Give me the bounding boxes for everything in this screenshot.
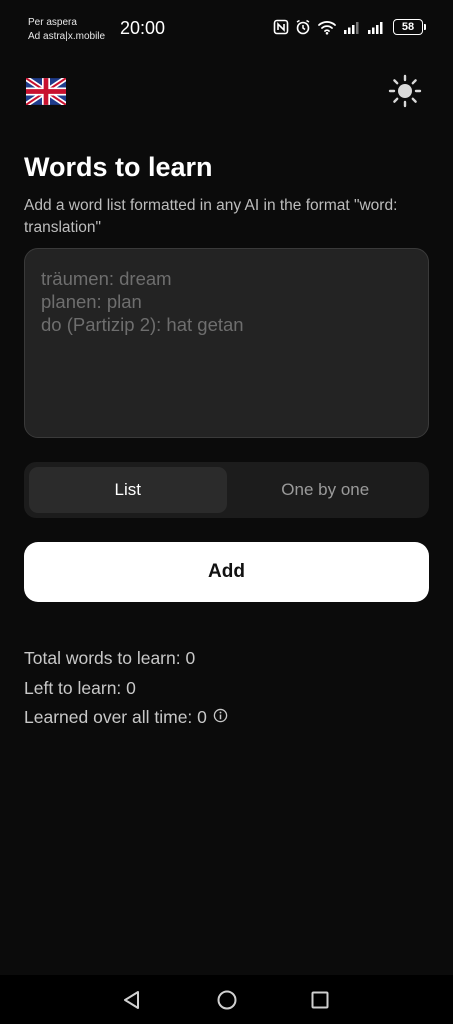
stat-total-text: Total words to learn: 0	[24, 648, 196, 669]
word-list-input[interactable]	[24, 248, 429, 438]
stat-learned: Learned over all time: 0	[24, 703, 228, 733]
info-icon[interactable]	[213, 707, 228, 728]
stat-left-text: Left to learn: 0	[24, 677, 136, 698]
status-time: 20:00	[120, 18, 166, 38]
battery-icon: 58	[393, 19, 426, 35]
add-button[interactable]: Add	[24, 542, 429, 602]
stat-learned-text: Learned over all time: 0	[24, 707, 207, 728]
signal-icon-2	[367, 20, 387, 34]
tab-list[interactable]: List	[29, 467, 227, 513]
uk-flag-icon[interactable]	[24, 75, 68, 108]
status-icons: 58	[273, 19, 426, 35]
wifi-icon	[317, 19, 337, 35]
back-icon	[124, 991, 139, 1009]
stat-left: Left to learn: 0	[24, 674, 228, 704]
recents-button[interactable]	[308, 988, 332, 1012]
theme-toggle-button[interactable]	[388, 74, 422, 108]
status-bar: Per aspera Ad astra|x.mobile 20:00 58	[0, 0, 453, 56]
page-title: Words to learn	[24, 152, 213, 182]
back-button[interactable]	[120, 988, 144, 1012]
stat-total: Total words to learn: 0	[24, 644, 228, 674]
page-subtitle: Add a word list formatted in any AI in t…	[24, 197, 398, 236]
recents-icon	[311, 991, 329, 1009]
carrier-info: Per aspera Ad astra|x.mobile	[28, 16, 105, 44]
home-button[interactable]	[215, 988, 239, 1012]
carrier-line-2: Ad astra|x.mobile	[28, 31, 106, 42]
nfc-icon	[273, 19, 289, 35]
screen: Per aspera Ad astra|x.mobile 20:00 58 Wo…	[0, 0, 453, 1024]
system-nav-bar	[0, 975, 453, 1024]
alarm-icon	[295, 19, 311, 35]
tab-one-by-one[interactable]: One by one	[227, 467, 425, 513]
signal-icon	[343, 20, 361, 34]
sun-icon	[388, 74, 422, 108]
carrier-line-1: Per aspera	[28, 17, 77, 28]
home-icon	[217, 990, 237, 1010]
stats: Total words to learn: 0 Left to learn: 0…	[24, 644, 228, 733]
mode-selector: List One by one	[24, 462, 429, 518]
